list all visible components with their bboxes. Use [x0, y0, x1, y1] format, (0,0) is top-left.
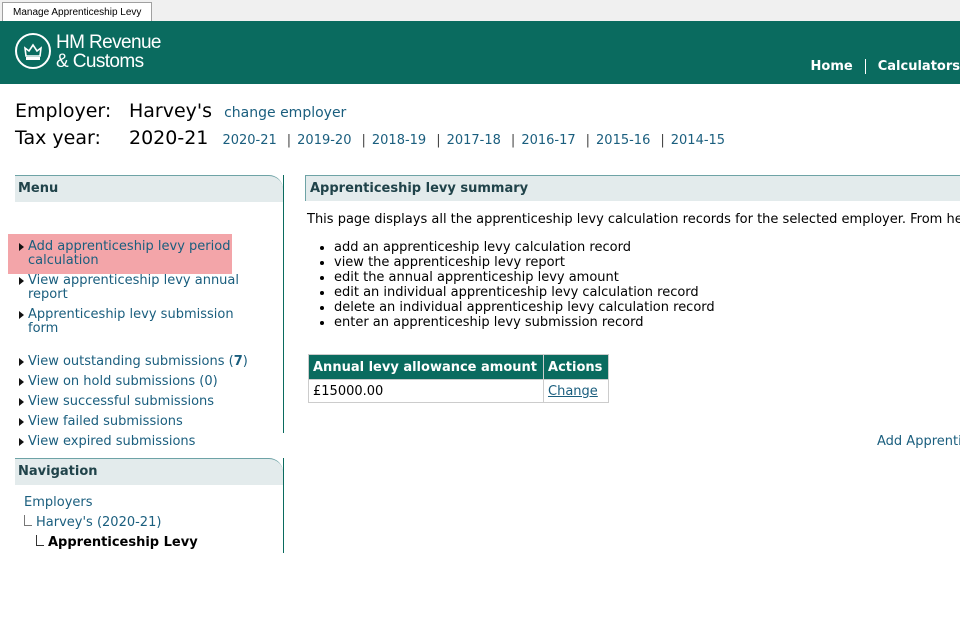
tax-year-link[interactable]: 2018-19 [372, 133, 426, 148]
current-tax-year: 2020-21 [129, 127, 209, 149]
menu-item-on-hold-submissions[interactable]: View on hold submissions (0) [15, 375, 218, 389]
site-header: HM Revenue & Customs Home Calculators [0, 21, 960, 84]
hmrc-logo-text: HM Revenue & Customs [56, 32, 161, 72]
add-apprenticeship-link[interactable]: Add Apprenti [877, 434, 960, 449]
tree-connector [36, 535, 44, 546]
list-item: view the apprenticeship levy report [334, 255, 715, 270]
table-row: £15000.00 Change [307, 379, 610, 403]
nav-calculators-link[interactable]: Calculators [878, 59, 960, 74]
employer-label: Employer: [15, 100, 112, 122]
tax-year-link[interactable]: 2014-15 [671, 133, 725, 148]
employer-name: Harvey's [129, 100, 213, 122]
breadcrumb-employer-year[interactable]: Harvey's (2020-21) [36, 515, 161, 530]
tree-connector [24, 515, 32, 526]
navigation-title: Navigation [15, 458, 283, 485]
menu-list: Add apprenticeship levy period calculati… [8, 202, 283, 449]
tax-year-links: 2020-21 | 2019-20 | 2018-19 | 2017-18 | 2016-17 |… [222, 133, 726, 148]
tax-year-label: Tax year: [15, 127, 101, 149]
breadcrumb-current-page: Apprenticeship Levy [48, 535, 198, 550]
tab-manage-apprenticeship-levy[interactable]: Manage Apprenticeship Levy [2, 2, 153, 22]
list-item: delete an individual apprenticeship levy… [334, 300, 715, 315]
menu-item-expired-submissions[interactable]: View expired submissions [15, 435, 195, 449]
tax-year-link[interactable]: 2015-16 [596, 133, 650, 148]
menu-title: Menu [15, 175, 283, 202]
list-item: add an apprenticeship levy calculation r… [334, 240, 715, 255]
table-header-row: Annual levy allowance amount Actions [307, 354, 610, 380]
levy-allowance-table: Annual levy allowance amount Actions £15… [307, 354, 610, 403]
crown-crest-icon [15, 33, 51, 69]
page-description: This page displays all the apprenticeshi… [307, 212, 960, 227]
menu-item-successful-submissions[interactable]: View successful submissions [15, 395, 214, 409]
menu-item-add-period-calculation[interactable]: Add apprenticeship levy period calculati… [15, 240, 238, 268]
menu-item-annual-report[interactable]: View apprenticeship levy annual report [15, 274, 248, 302]
tax-year-link[interactable]: 2016-17 [521, 133, 575, 148]
tax-year-link[interactable]: 2019-20 [297, 133, 351, 148]
nav-separator [864, 59, 866, 74]
levy-amount-cell: £15000.00 [307, 379, 545, 403]
page-title: Apprenticeship levy summary [305, 175, 960, 201]
column-header-amount: Annual levy allowance amount [307, 354, 545, 380]
tax-year-link[interactable]: 2020-21 [222, 133, 276, 148]
tab-strip: Manage Apprenticeship Levy [0, 0, 960, 22]
task-list: add an apprenticeship levy calculation r… [316, 240, 715, 330]
tax-year-link[interactable]: 2017-18 [447, 133, 501, 148]
menu-panel: Menu Add apprenticeship levy period calc… [8, 175, 284, 449]
list-item: edit the annual apprenticeship levy amou… [334, 270, 715, 285]
menu-item-submission-form[interactable]: Apprenticeship levy submission form [15, 308, 248, 336]
menu-item-outstanding-submissions[interactable]: View outstanding submissions (7) [15, 355, 248, 369]
change-link[interactable]: Change [548, 384, 598, 399]
employer-row: Employer: Harvey's change employer [15, 100, 346, 122]
list-item: edit an individual apprenticeship levy c… [334, 285, 715, 300]
column-header-actions: Actions [543, 354, 610, 380]
change-employer-link[interactable]: change employer [224, 105, 346, 121]
tax-year-row: Tax year: 2020-21 2020-21 | 2019-20 | 2018-19… [15, 127, 725, 149]
breadcrumb-employers[interactable]: Employers [24, 495, 93, 510]
actions-cell: Change [543, 379, 610, 403]
list-item: enter an apprenticeship levy submission … [334, 315, 715, 330]
menu-item-failed-submissions[interactable]: View failed submissions [15, 415, 183, 429]
top-navigation: Home Calculators [811, 59, 960, 74]
nav-home-link[interactable]: Home [811, 59, 853, 74]
